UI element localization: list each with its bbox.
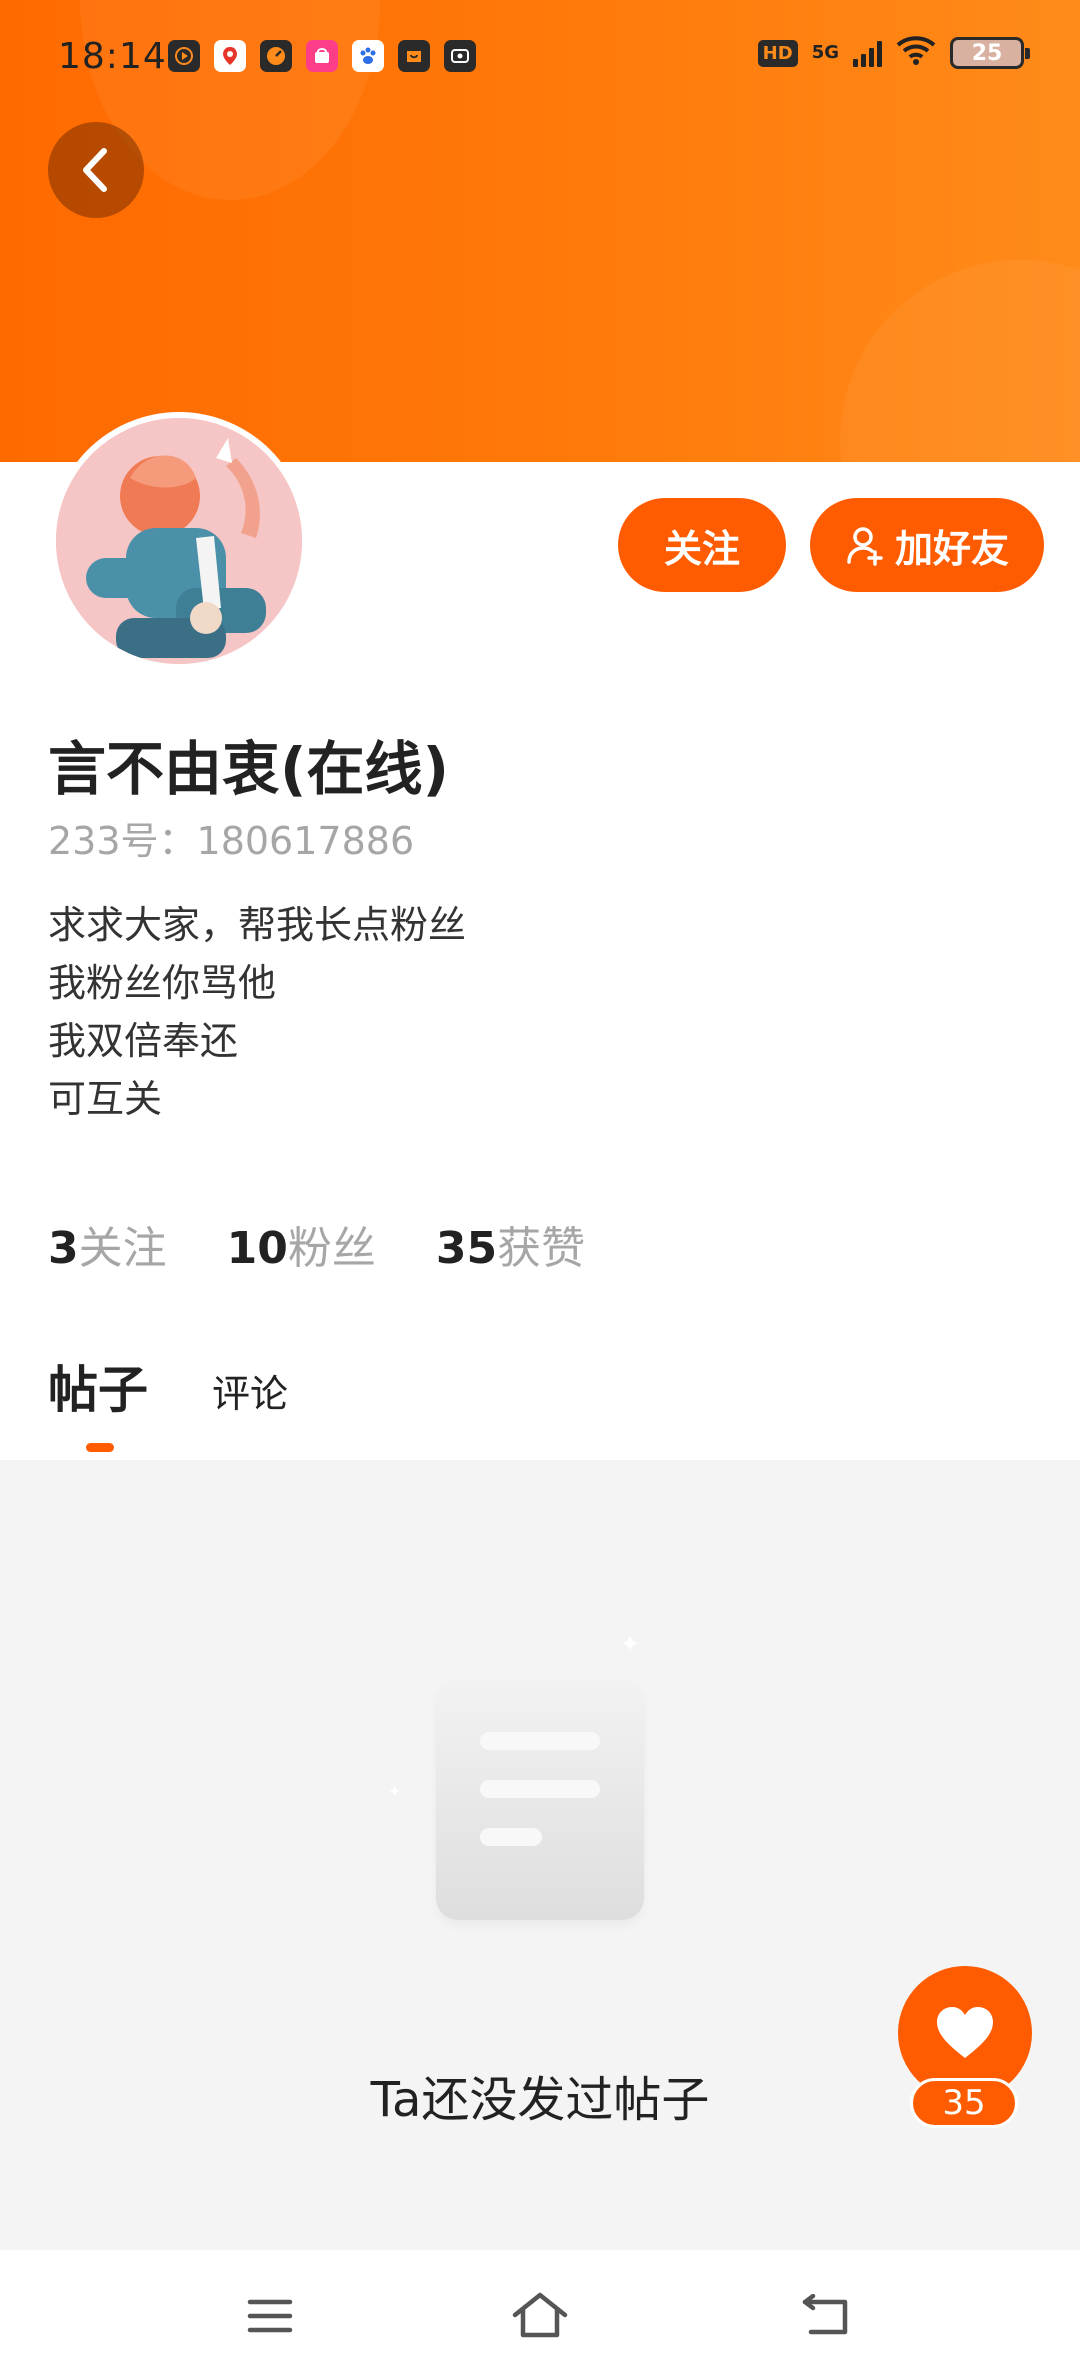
stat-followers[interactable]: 10粉丝 — [227, 1212, 376, 1276]
tab-comments[interactable]: 评论 — [212, 1363, 288, 1418]
user-id: 233号：180617886 — [48, 819, 415, 863]
empty-document-icon — [436, 1680, 644, 1920]
camera-app-icon — [444, 40, 476, 72]
back-button[interactable] — [48, 122, 144, 218]
active-tab-indicator — [86, 1443, 114, 1453]
menu-icon — [247, 2299, 293, 2333]
bag-app-icon — [398, 40, 430, 72]
battery-level: 25 — [971, 40, 1003, 66]
tab-label: 帖子 — [48, 1361, 148, 1419]
avatar[interactable] — [50, 412, 308, 670]
bio-line: 可互关 — [48, 1077, 163, 1121]
add-user-icon — [847, 527, 883, 566]
status-system-icons: HD 5G 25 — [757, 36, 1030, 70]
stat-label: 获赞 — [497, 1223, 586, 1274]
stat-number: 10 — [226, 1223, 288, 1274]
tab-label: 评论 — [212, 1372, 289, 1416]
bio-line: 我粉丝你骂他 — [48, 961, 277, 1005]
add-friend-button[interactable]: 加好友 — [810, 498, 1044, 592]
profile-stats: 3关注 10粉丝 35获赞 — [48, 1212, 585, 1276]
add-friend-label: 加好友 — [894, 526, 1009, 571]
back-nav-icon — [802, 2294, 848, 2335]
system-navigation-bar — [0, 2250, 1080, 2376]
wifi-icon — [896, 36, 936, 70]
stat-number: 35 — [435, 1223, 498, 1274]
like-count-badge: 35 — [910, 2078, 1018, 2128]
status-bar: 18:14 HD 5G 25 — [0, 0, 1080, 110]
home-button[interactable] — [510, 2286, 570, 2346]
map-app-icon — [214, 40, 246, 72]
shopping-app-icon — [306, 40, 338, 72]
home-icon — [512, 2292, 568, 2338]
banner-decoration — [840, 260, 1080, 462]
tab-posts[interactable]: 帖子 — [48, 1350, 148, 1453]
status-notification-icons — [168, 40, 476, 72]
video-app-icon — [168, 40, 200, 72]
battery-icon: 25 — [950, 37, 1030, 69]
sparkle-icon: ✦ — [620, 1630, 641, 1658]
menu-button[interactable] — [240, 2286, 300, 2346]
bio-line: 我双倍奉还 — [48, 1019, 239, 1063]
signal-icon — [853, 39, 882, 67]
heart-icon — [937, 2007, 993, 2058]
avatar-illustration — [56, 418, 302, 664]
stat-number: 3 — [48, 1223, 79, 1274]
username: 言不由衷(在线) — [48, 735, 450, 803]
status-time: 18:14 — [58, 36, 167, 77]
stat-label: 关注 — [78, 1223, 167, 1274]
bio-line: 求求大家，帮我长点粉丝 — [48, 903, 467, 947]
stat-label: 粉丝 — [287, 1223, 376, 1274]
chevron-left-icon — [83, 148, 107, 192]
profile-tabs: 帖子 评论 — [48, 1350, 288, 1453]
network-type: 5G — [811, 42, 839, 63]
paw-app-icon — [352, 40, 384, 72]
sparkle-icon: ✦ — [388, 1782, 402, 1801]
stat-following[interactable]: 3关注 — [48, 1212, 167, 1276]
back-nav-button[interactable] — [796, 2286, 856, 2346]
bio: 求求大家，帮我长点粉丝 我粉丝你骂他 我双倍奉还 可互关 — [48, 896, 466, 1128]
stat-likes[interactable]: 35获赞 — [436, 1212, 585, 1276]
gauge-app-icon — [260, 40, 292, 72]
hd-badge: HD — [757, 39, 798, 67]
follow-button[interactable]: 关注 — [618, 498, 786, 592]
